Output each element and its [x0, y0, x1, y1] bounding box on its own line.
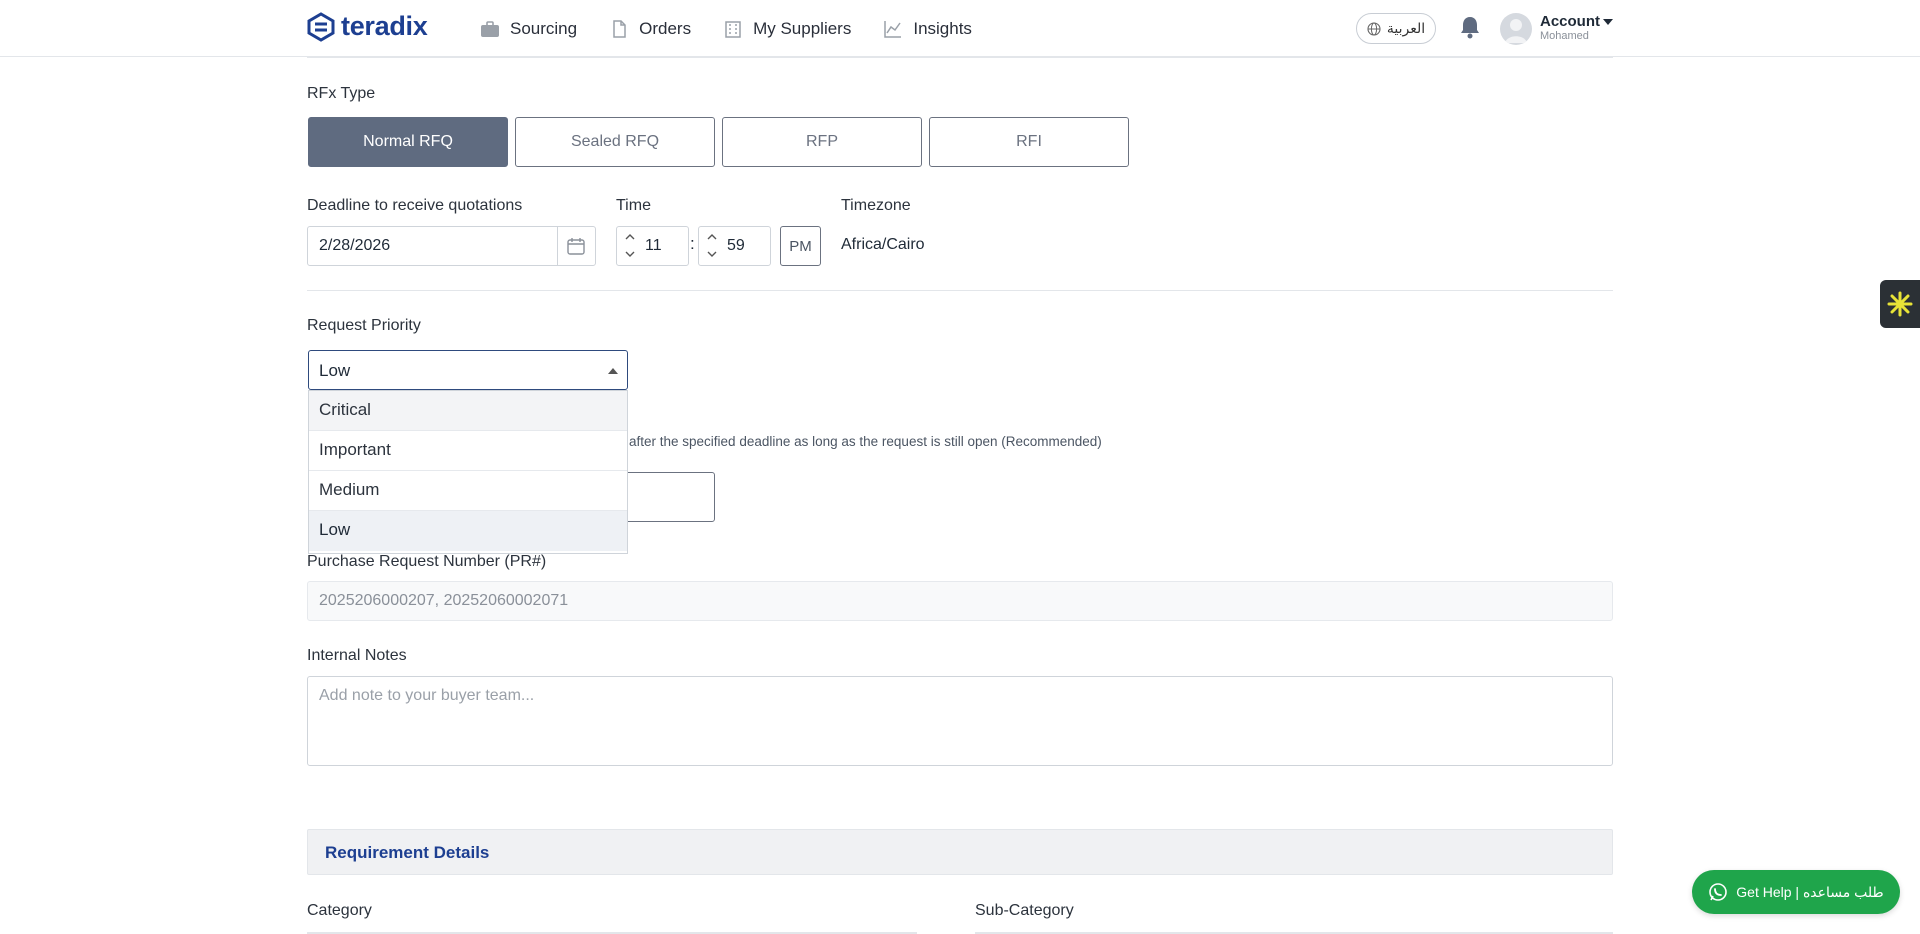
- chart-line-icon: [884, 20, 902, 38]
- timezone-value: Africa/Cairo: [841, 236, 925, 253]
- priority-dropdown-menu: Critical Important Medium Low: [308, 390, 628, 554]
- time-label: Time: [616, 197, 651, 214]
- late-quotes-hint: after the specified deadline as long as …: [629, 434, 1102, 449]
- whatsapp-icon: [1709, 883, 1728, 901]
- stepper-arrows-icon[interactable]: [706, 231, 718, 261]
- subcategory-label: Sub-Category: [975, 902, 1074, 919]
- calendar-icon[interactable]: [566, 236, 586, 256]
- asterisk-icon: [1887, 291, 1913, 317]
- globe-icon: [1367, 21, 1381, 36]
- teradix-logo[interactable]: teradix: [307, 11, 428, 42]
- top-header: teradix Sourcing Orders My Suppliers Ins…: [0, 0, 1920, 57]
- request-priority-select[interactable]: Low: [308, 350, 628, 390]
- bell-icon[interactable]: [1459, 15, 1481, 39]
- nav-sourcing[interactable]: Sourcing: [480, 19, 577, 39]
- account-label: Account: [1540, 13, 1600, 30]
- requirement-details-title: Requirement Details: [325, 843, 490, 862]
- date-input-separator: [557, 227, 558, 265]
- request-priority-label: Request Priority: [307, 317, 421, 334]
- nav-insights[interactable]: Insights: [883, 19, 972, 39]
- internal-notes-label: Internal Notes: [307, 647, 407, 664]
- document-icon: [613, 19, 626, 38]
- priority-option-medium[interactable]: Medium: [309, 471, 627, 511]
- nav-my-suppliers-label: My Suppliers: [753, 18, 852, 38]
- section-divider: [307, 290, 1613, 291]
- internal-notes-textarea[interactable]: [307, 676, 1613, 766]
- priority-selected-value: Low: [319, 361, 351, 380]
- category-label: Category: [307, 902, 372, 919]
- deadline-date-value: 2/28/2026: [319, 237, 391, 254]
- rfx-sealed-rfq-button[interactable]: Sealed RFQ: [515, 117, 715, 167]
- rfx-normal-rfq-button[interactable]: Normal RFQ: [308, 117, 508, 167]
- nav-orders[interactable]: Orders: [609, 19, 691, 39]
- account-user-name: Mohamed: [1540, 30, 1589, 42]
- rfx-type-label: RFx Type: [307, 85, 376, 102]
- priority-option-important[interactable]: Important: [309, 431, 627, 471]
- stepper-arrows-icon[interactable]: [624, 231, 636, 261]
- language-label: العربية: [1386, 20, 1426, 36]
- main-nav: Sourcing Orders My Suppliers Insights: [480, 0, 1004, 57]
- rfx-rfi-button[interactable]: RFI: [929, 117, 1129, 167]
- avatar[interactable]: [1500, 13, 1532, 45]
- priority-option-critical[interactable]: Critical: [309, 391, 627, 431]
- deadline-label: Deadline to receive quotations: [307, 197, 523, 214]
- caret-up-icon: [608, 368, 618, 374]
- nav-my-suppliers[interactable]: My Suppliers: [723, 19, 851, 39]
- user-avatar-icon: [1505, 19, 1527, 43]
- pr-number-label: Purchase Request Number (PR#): [307, 553, 547, 570]
- briefcase-icon: [481, 20, 499, 37]
- hour-stepper[interactable]: 11: [616, 226, 689, 266]
- building-icon: [725, 20, 741, 38]
- nav-orders-label: Orders: [639, 18, 692, 38]
- chevron-down-icon[interactable]: [1603, 19, 1613, 25]
- get-help-label: Get Help | طلب مساعده: [1736, 883, 1884, 900]
- rfx-rfp-button[interactable]: RFP: [722, 117, 922, 167]
- minute-value: 59: [727, 237, 745, 254]
- top-divider: [307, 57, 1613, 58]
- requirement-details-header: Requirement Details: [307, 829, 1613, 875]
- account-menu[interactable]: Account Mohamed: [1540, 13, 1600, 42]
- ampm-toggle-button[interactable]: PM: [780, 226, 821, 266]
- get-help-button[interactable]: Get Help | طلب مساعده: [1692, 870, 1900, 914]
- pr-number-input[interactable]: 2025206000207, 20252060002071: [307, 581, 1613, 621]
- side-widget-button[interactable]: [1880, 280, 1920, 328]
- deadline-date-input[interactable]: 2/28/2026: [307, 226, 596, 266]
- pr-number-value: 2025206000207, 20252060002071: [319, 592, 569, 609]
- time-colon: :: [690, 234, 695, 253]
- nav-sourcing-label: Sourcing: [510, 18, 578, 38]
- language-switch-button[interactable]: العربية: [1356, 13, 1436, 44]
- timezone-label: Timezone: [841, 197, 911, 214]
- logo-text: teradix: [341, 11, 428, 41]
- teradix-logo-icon: [307, 11, 335, 42]
- minute-stepper[interactable]: 59: [698, 226, 771, 266]
- nav-insights-label: Insights: [913, 18, 972, 38]
- priority-option-low[interactable]: Low: [309, 511, 627, 551]
- hour-value: 11: [645, 237, 662, 254]
